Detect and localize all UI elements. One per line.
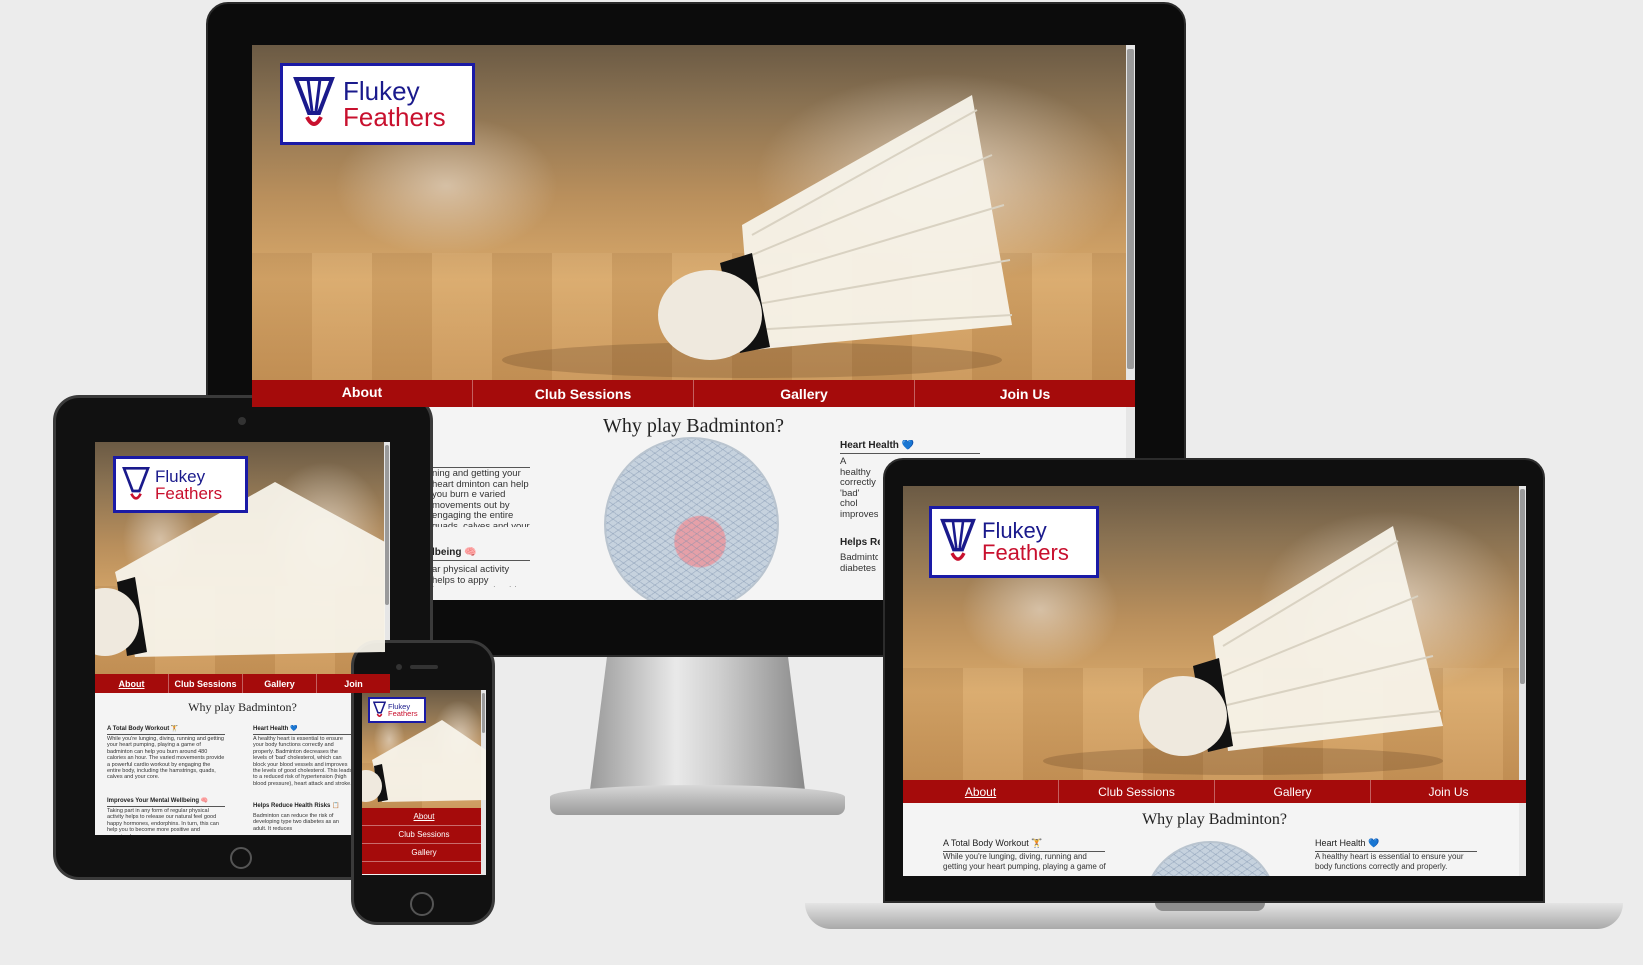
laptop-screen: Flukey Feathers About Club Sessions Gall… xyxy=(903,486,1526,876)
phone-logo-text: Flukey Feathers xyxy=(388,702,418,718)
laptop-main-nav: About Club Sessions Gallery Join Us xyxy=(903,780,1526,803)
main-nav: About Club Sessions Gallery Join Us xyxy=(252,380,1135,407)
tablet-scroll-thumb[interactable] xyxy=(385,445,389,605)
laptop-workout-text: While you're lunging, diving, running an… xyxy=(943,852,1106,871)
shuttlecock-image xyxy=(502,95,1012,378)
tablet-mental-title: Improves Your Mental Wellbeing 🧠 xyxy=(107,797,225,807)
heart-title-fragment: Heart Health 💙 xyxy=(840,440,980,454)
laptop-logo-line-2: Feathers xyxy=(982,540,1069,565)
laptop-logo-line-1: Flukey xyxy=(982,518,1047,543)
laptop-section-title: Why play Badminton? xyxy=(1142,811,1287,828)
tablet-nav-about[interactable]: About xyxy=(95,674,169,693)
laptop-nav-join-us[interactable]: Join Us xyxy=(1371,780,1526,803)
laptop-nav-about[interactable]: About xyxy=(903,780,1059,803)
monitor-scroll-thumb[interactable] xyxy=(1127,49,1134,369)
nav-club-sessions[interactable]: Club Sessions xyxy=(473,380,694,407)
phone-logo-line-2: Feathers xyxy=(388,709,418,718)
laptop-scroll-thumb[interactable] xyxy=(1520,489,1525,684)
tablet-home-button xyxy=(230,847,252,869)
tablet-logo-line-1: Flukey xyxy=(155,466,206,486)
tablet-nav-join[interactable]: Join xyxy=(317,674,390,693)
tablet-risk-text: Badminton can reduce the risk of develop… xyxy=(253,813,339,832)
tablet-workout-text: While you're lunging, diving, running an… xyxy=(107,736,225,781)
laptop-scrollbar[interactable] xyxy=(1519,486,1526,876)
phone-home-button xyxy=(410,892,434,916)
laptop-heart-text: A healthy heart is essential to ensure y… xyxy=(1315,852,1464,871)
phone-main-nav: About Club Sessions Gallery xyxy=(362,808,486,874)
tablet-nav-gallery[interactable]: Gallery xyxy=(243,674,317,693)
phone-site-logo[interactable]: Flukey Feathers xyxy=(368,697,426,723)
nav-gallery[interactable]: Gallery xyxy=(694,380,915,407)
risk-text-fragment: Badminto diabetes xyxy=(840,553,878,574)
tablet-nav-club-sessions[interactable]: Club Sessions xyxy=(169,674,243,693)
phone-nav-gallery[interactable]: Gallery xyxy=(362,844,486,862)
mental-title-fragment: lbeing 🧠 xyxy=(432,547,530,561)
logo-line-2: Feathers xyxy=(343,102,446,132)
phone-nav-club-sessions[interactable]: Club Sessions xyxy=(362,826,486,844)
laptop-logo-text: Flukey Feathers xyxy=(982,520,1069,564)
monitor-stand xyxy=(590,655,805,790)
risk-title-fragment: Helps Re xyxy=(840,537,880,548)
tablet-logo-line-2: Feathers xyxy=(155,483,223,503)
workout-text-fragment: ning and getting your heart dminton can … xyxy=(432,469,530,527)
tablet-section-title: Why play Badminton? xyxy=(188,700,297,714)
nav-about[interactable]: About xyxy=(252,380,473,407)
laptop-workout-title: A Total Body Workout 🏋 xyxy=(943,838,1105,852)
laptop-shuttlecock-logo-icon xyxy=(940,518,976,561)
logo-line-1: Flukey xyxy=(343,76,420,106)
phone-nav-about[interactable]: About xyxy=(362,808,486,826)
tablet-camera xyxy=(238,417,246,425)
mental-text-fragment: ar physical activity helps to appy hormo… xyxy=(432,565,529,587)
tablet-site-logo[interactable]: Flukey Feathers xyxy=(113,456,248,513)
phone-screen: Flukey Feathers About Club Sessions Gall… xyxy=(362,690,486,875)
laptop-badminton-rackets-image xyxy=(1143,841,1278,876)
tablet-risk-title: Helps Reduce Health Risks 📋 xyxy=(253,803,340,809)
monitor-base xyxy=(550,785,845,815)
tablet-main-nav: About Club Sessions Gallery Join xyxy=(95,674,390,693)
badminton-rackets-image xyxy=(604,437,779,600)
laptop-site-logo[interactable]: Flukey Feathers xyxy=(929,506,1099,578)
phone-camera xyxy=(396,664,402,670)
tablet-shuttlecock-logo-icon xyxy=(122,466,150,500)
shuttlecock-logo-icon xyxy=(293,77,335,126)
phone-shuttlecock-image xyxy=(362,720,486,802)
heart-text-fragment: A healthy correctly 'bad' chol improves … xyxy=(840,457,878,519)
logo-text: Flukey Feathers xyxy=(343,78,446,130)
tablet-logo-text: Flukey Feathers xyxy=(155,468,222,502)
tablet-mental-text: Taking part in any form of regular physi… xyxy=(107,808,219,835)
site-logo[interactable]: Flukey Feathers xyxy=(280,63,475,145)
phone-speaker xyxy=(410,665,438,669)
tablet-screen: Flukey Feathers About Club Sessions Gall… xyxy=(95,442,390,835)
phone-nav-overflow xyxy=(362,862,486,874)
phone-shuttlecock-logo-icon xyxy=(373,701,386,717)
tablet-heart-text: A healthy heart is essential to ensure y… xyxy=(253,736,353,786)
laptop-heart-title: Heart Health 💙 xyxy=(1315,838,1477,852)
laptop-nav-club-sessions[interactable]: Club Sessions xyxy=(1059,780,1215,803)
nav-about-label: About xyxy=(341,384,383,400)
laptop-notch xyxy=(1155,903,1265,911)
tablet-workout-title: A Total Body Workout 🏋 xyxy=(107,725,225,735)
nav-join-us[interactable]: Join Us xyxy=(915,380,1135,407)
laptop-nav-gallery[interactable]: Gallery xyxy=(1215,780,1371,803)
